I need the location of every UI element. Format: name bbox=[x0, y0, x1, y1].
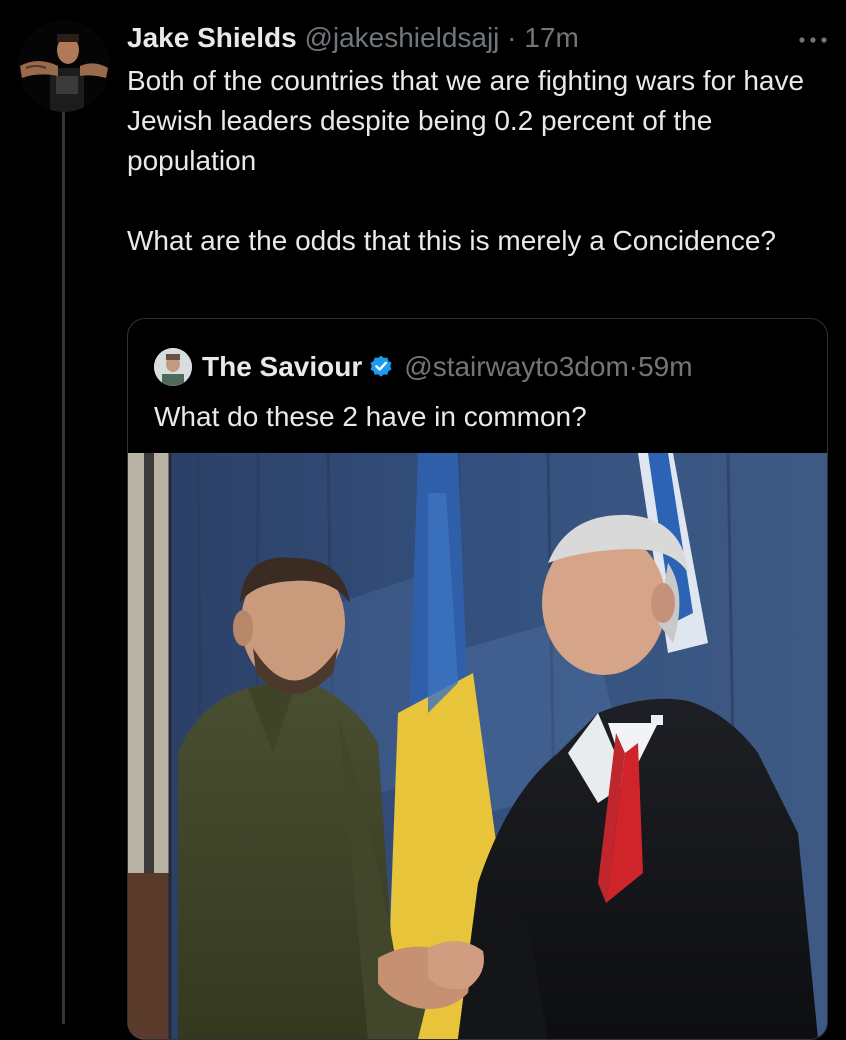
quoted-tweet-header: The Saviour @stairwayto3dom · 59m bbox=[154, 347, 693, 387]
avatar-image bbox=[18, 20, 110, 112]
verified-badge-icon bbox=[368, 354, 394, 380]
quoted-tweet-timestamp[interactable]: 59m bbox=[638, 351, 692, 383]
tweet-text: Both of the countries that we are fighti… bbox=[127, 61, 832, 261]
quoted-tweet-card[interactable]: The Saviour @stairwayto3dom · 59m What d… bbox=[127, 318, 828, 1040]
more-horizontal-icon[interactable] bbox=[798, 22, 828, 50]
quoted-tweet-photo[interactable] bbox=[128, 453, 827, 1039]
tweet-text-paragraph-1: Both of the countries that we are fighti… bbox=[127, 65, 805, 176]
author-name[interactable]: Jake Shields bbox=[127, 22, 297, 53]
quoted-meta-separator: · bbox=[628, 351, 639, 382]
tweet-text-paragraph-2: What are the odds that this is merely a … bbox=[127, 225, 777, 256]
author-handle[interactable]: @jakeshieldsajj bbox=[304, 22, 499, 53]
tweet-timestamp[interactable]: 17m bbox=[524, 22, 578, 53]
tweet-header: Jake Shields @jakeshieldsajj · 17m bbox=[127, 18, 579, 58]
quoted-author-name[interactable]: The Saviour bbox=[202, 351, 362, 383]
thread-connector-line bbox=[62, 112, 65, 1024]
quoted-author-avatar[interactable] bbox=[154, 348, 192, 386]
author-avatar[interactable] bbox=[18, 20, 110, 112]
meta-separator: · bbox=[499, 22, 525, 53]
quoted-author-handle[interactable]: @stairwayto3dom bbox=[404, 351, 629, 383]
quoted-tweet-text: What do these 2 have in common? bbox=[154, 401, 587, 432]
